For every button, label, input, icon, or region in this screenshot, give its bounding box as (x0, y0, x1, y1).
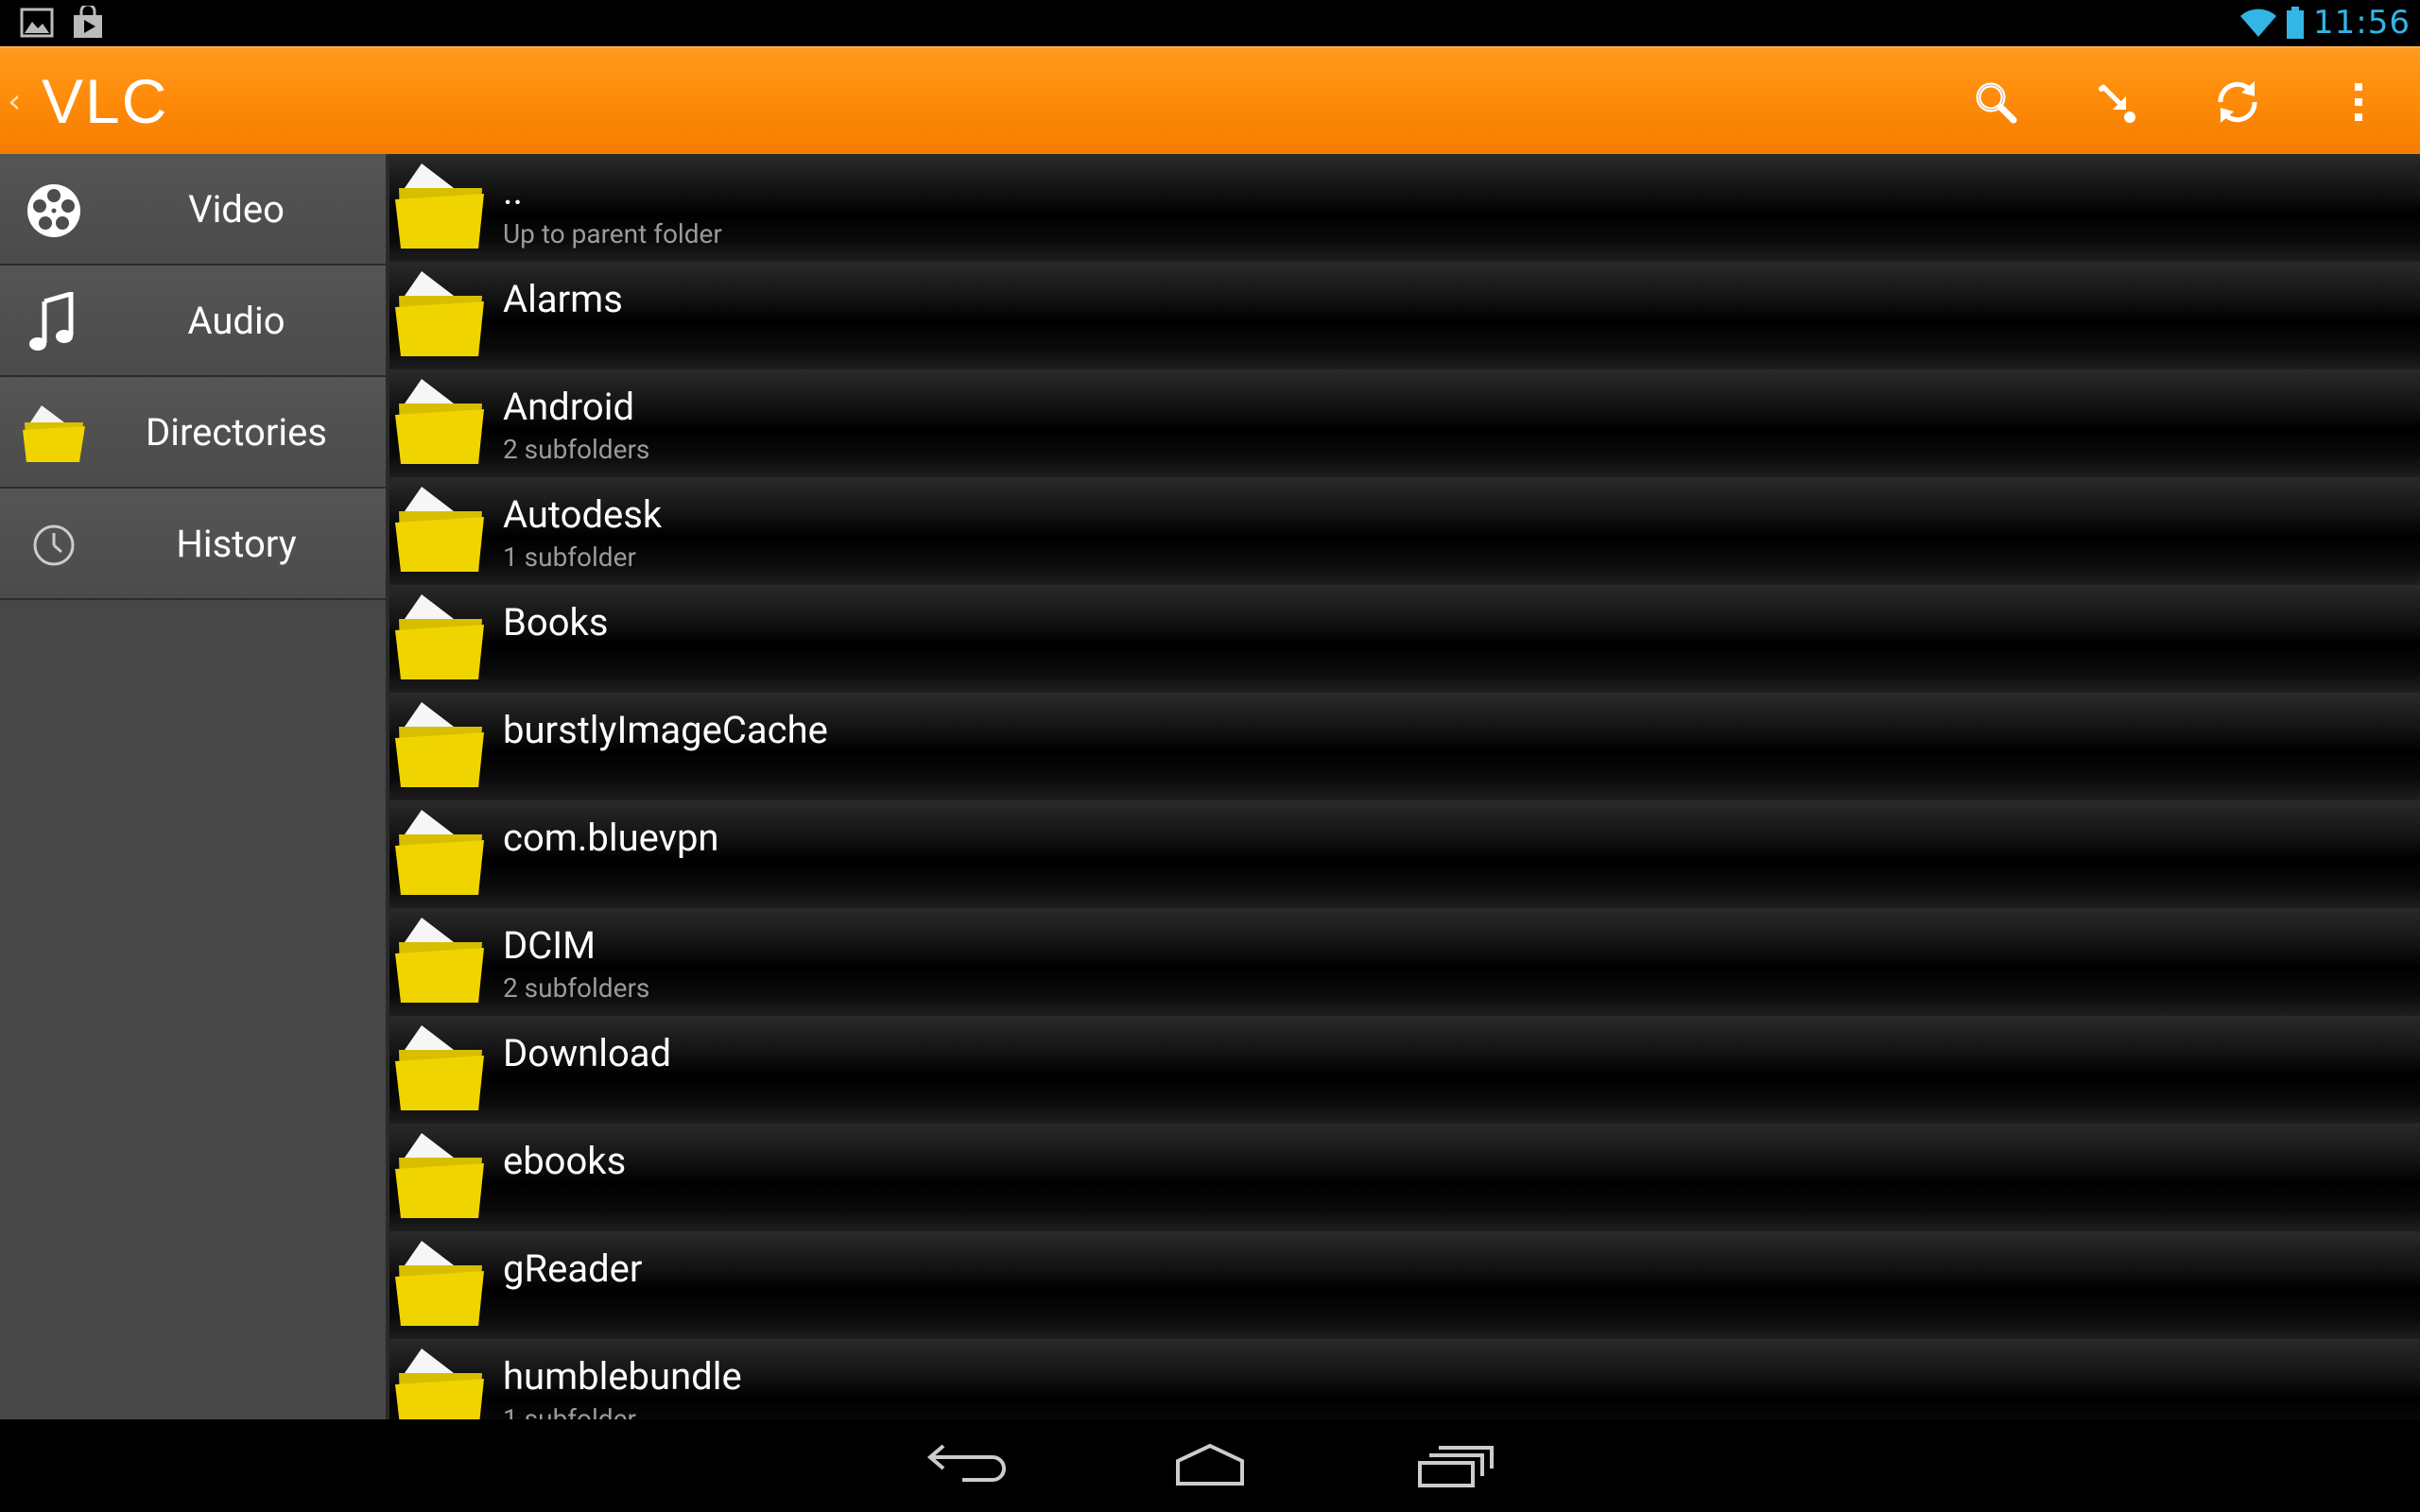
list-item[interactable]: Books (389, 585, 2420, 693)
list-item[interactable]: DCIM 2 subfolders (389, 908, 2420, 1016)
list-item[interactable]: com.bluevpn (389, 800, 2420, 908)
folder-icon (395, 163, 484, 249)
recent-apps-button[interactable] (1395, 1438, 1509, 1495)
film-reel-icon (21, 180, 87, 241)
sidebar-item-label: History (176, 521, 297, 566)
list-item[interactable]: Autodesk 1 subfolder (389, 477, 2420, 585)
sidebar-item-label: Audio (187, 298, 285, 343)
status-icons: 11:56 (2239, 4, 2411, 42)
folder-subtitle: 1 subfolder (503, 1403, 636, 1419)
back-button[interactable] (911, 1438, 1025, 1495)
folder-subtitle: 2 subfolders (503, 434, 650, 465)
folder-icon (395, 702, 484, 787)
clock-time: 11:56 (2313, 4, 2411, 42)
folder-icon (395, 1025, 484, 1110)
overflow-menu-icon (2355, 83, 2362, 121)
folder-name: gReader (503, 1246, 643, 1291)
folder-icon (395, 379, 484, 464)
action-bar: ‹ VLC (0, 46, 2420, 154)
folder-icon (395, 487, 484, 572)
sidebar-item-directories[interactable]: Directories (0, 377, 386, 489)
sidebar-item-history[interactable]: History (0, 489, 386, 600)
folder-name: DCIM (503, 923, 596, 968)
list-item[interactable]: burstlyImageCache (389, 693, 2420, 800)
folder-name: humblebundle (503, 1354, 742, 1399)
folder-subtitle: 2 subfolders (503, 972, 650, 1004)
sidebar-item-audio[interactable]: Audio (0, 266, 386, 377)
folder-icon (395, 271, 484, 356)
music-note-icon (21, 292, 87, 352)
list-item[interactable]: Download (389, 1016, 2420, 1124)
folder-icon (395, 918, 484, 1003)
recent-apps-icon (1418, 1446, 1494, 1487)
gallery-notification-icon (20, 8, 54, 38)
clock-icon (21, 515, 87, 576)
app-title[interactable]: VLC (42, 65, 168, 137)
battery-icon (2287, 7, 2305, 39)
folder-icon (21, 404, 87, 464)
folder-subtitle: 1 subfolder (503, 541, 636, 573)
folder-icon (395, 594, 484, 679)
up-caret[interactable]: ‹ (8, 82, 21, 121)
sidebar-item-label: Directories (146, 409, 327, 455)
refresh-button[interactable] (2208, 73, 2267, 131)
list-item[interactable]: Alarms (389, 262, 2420, 369)
folder-subtitle: Up to parent folder (503, 218, 722, 249)
refresh-icon (2218, 81, 2257, 123)
sidebar: Video Audio Directories History (0, 154, 389, 1419)
folder-name: Autodesk (503, 492, 663, 537)
sidebar-item-video[interactable]: Video (0, 154, 386, 266)
play-store-notification-icon (74, 6, 102, 38)
home-icon (1176, 1443, 1244, 1486)
folder-icon (395, 1241, 484, 1326)
sort-button[interactable] (2087, 73, 2146, 131)
folder-name: burstlyImageCache (503, 708, 828, 752)
folder-icon (395, 810, 484, 895)
directory-list[interactable]: .. Up to parent folder Alarms Android 2 … (389, 154, 2420, 1419)
folder-name: ebooks (503, 1139, 627, 1183)
search-button[interactable] (1966, 73, 2025, 131)
back-icon (926, 1444, 1006, 1482)
overflow-menu-button[interactable] (2329, 73, 2388, 131)
folder-icon (395, 1349, 484, 1419)
folder-name: Download (503, 1031, 672, 1075)
sidebar-item-label: Video (188, 186, 285, 232)
folder-name: Books (503, 600, 609, 644)
wifi-icon (2240, 9, 2277, 37)
list-item[interactable]: Android 2 subfolders (389, 369, 2420, 477)
navigation-bar (0, 1419, 2420, 1512)
search-icon (1976, 82, 2017, 124)
status-bar: 11:56 (0, 0, 2420, 46)
folder-name: Android (503, 385, 635, 429)
list-item[interactable]: .. Up to parent folder (389, 154, 2420, 262)
list-item[interactable]: ebooks (389, 1124, 2420, 1231)
folder-name: .. (503, 169, 524, 214)
sort-icon (2099, 84, 2135, 123)
home-button[interactable] (1153, 1438, 1267, 1495)
list-item[interactable]: humblebundle 1 subfolder (389, 1339, 2420, 1419)
list-item[interactable]: gReader (389, 1231, 2420, 1339)
notification-icons (19, 6, 106, 40)
folder-name: Alarms (503, 277, 623, 321)
folder-name: com.bluevpn (503, 816, 719, 860)
folder-icon (395, 1133, 484, 1218)
